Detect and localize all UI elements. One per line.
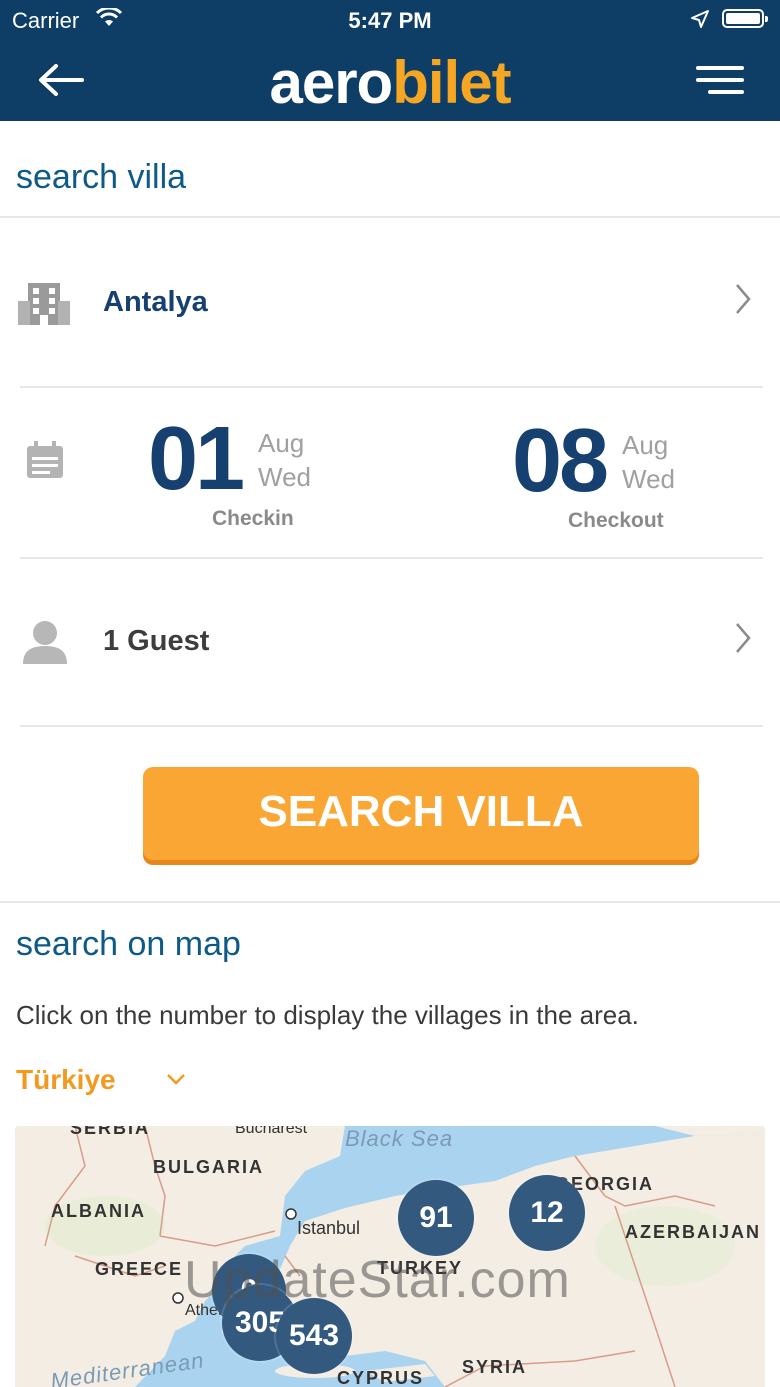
checkin-weekday: Wed bbox=[258, 462, 311, 492]
map-label: ALBANIA bbox=[51, 1201, 146, 1221]
chevron-right-icon[interactable] bbox=[735, 283, 751, 315]
checkout-label: Checkout bbox=[568, 509, 664, 532]
checkin-month: Aug bbox=[258, 428, 305, 458]
search-villa-button[interactable]: SEARCH VILLA bbox=[143, 767, 699, 860]
location-value[interactable]: Antalya bbox=[103, 286, 208, 319]
checkout-day: 08 bbox=[512, 411, 609, 511]
battery-icon bbox=[722, 9, 768, 28]
calendar-icon bbox=[27, 441, 63, 478]
map-label: SERBIA bbox=[70, 1126, 151, 1138]
search-villa-title: search villa bbox=[16, 158, 187, 196]
map-label: AZERBAIJAN bbox=[625, 1222, 762, 1242]
watermark: UpdateStar.com bbox=[184, 1251, 571, 1309]
map-label: CYPRUS bbox=[337, 1368, 425, 1387]
chevron-down-icon[interactable] bbox=[166, 1072, 186, 1086]
guest-count[interactable]: 1 Guest bbox=[103, 625, 209, 658]
map-label: Bucharest bbox=[235, 1126, 308, 1137]
hamburger-menu-icon[interactable] bbox=[694, 64, 744, 96]
location-arrow-icon bbox=[691, 10, 709, 28]
map-hint-text: Click on the number to display the villa… bbox=[16, 1000, 639, 1030]
divider bbox=[20, 725, 763, 727]
checkout-month: Aug bbox=[622, 430, 669, 460]
chevron-right-icon[interactable] bbox=[735, 622, 751, 654]
map-label: BULGARIA bbox=[153, 1157, 264, 1177]
checkin-day: 01 bbox=[148, 409, 245, 509]
person-icon bbox=[23, 621, 67, 664]
map-cluster-marker[interactable]: 12 bbox=[509, 1175, 585, 1251]
divider bbox=[0, 216, 780, 218]
city-marker bbox=[285, 1208, 297, 1220]
aerobilet-logo: aerobilet bbox=[269, 49, 511, 116]
divider bbox=[20, 557, 763, 559]
checkin-label: Checkin bbox=[212, 507, 294, 530]
checkout-weekday: Wed bbox=[622, 464, 675, 494]
status-bar: Carrier 5:47 PM bbox=[0, 0, 780, 40]
country-selector[interactable]: Türkiye bbox=[16, 1064, 116, 1096]
map-label: GREECE bbox=[95, 1259, 184, 1279]
divider bbox=[0, 901, 780, 903]
map-label: SYRIA bbox=[462, 1357, 528, 1377]
clock: 5:47 PM bbox=[348, 8, 432, 33]
map-label: Istanbul bbox=[297, 1218, 361, 1238]
navigation-bar: aerobilet bbox=[0, 40, 780, 121]
search-on-map-title: search on map bbox=[16, 925, 241, 963]
map-cluster-marker[interactable]: 91 bbox=[398, 1180, 474, 1256]
city-marker bbox=[172, 1292, 184, 1304]
building-icon bbox=[18, 283, 70, 325]
divider bbox=[20, 386, 763, 388]
map-label: Black Sea bbox=[345, 1126, 454, 1151]
